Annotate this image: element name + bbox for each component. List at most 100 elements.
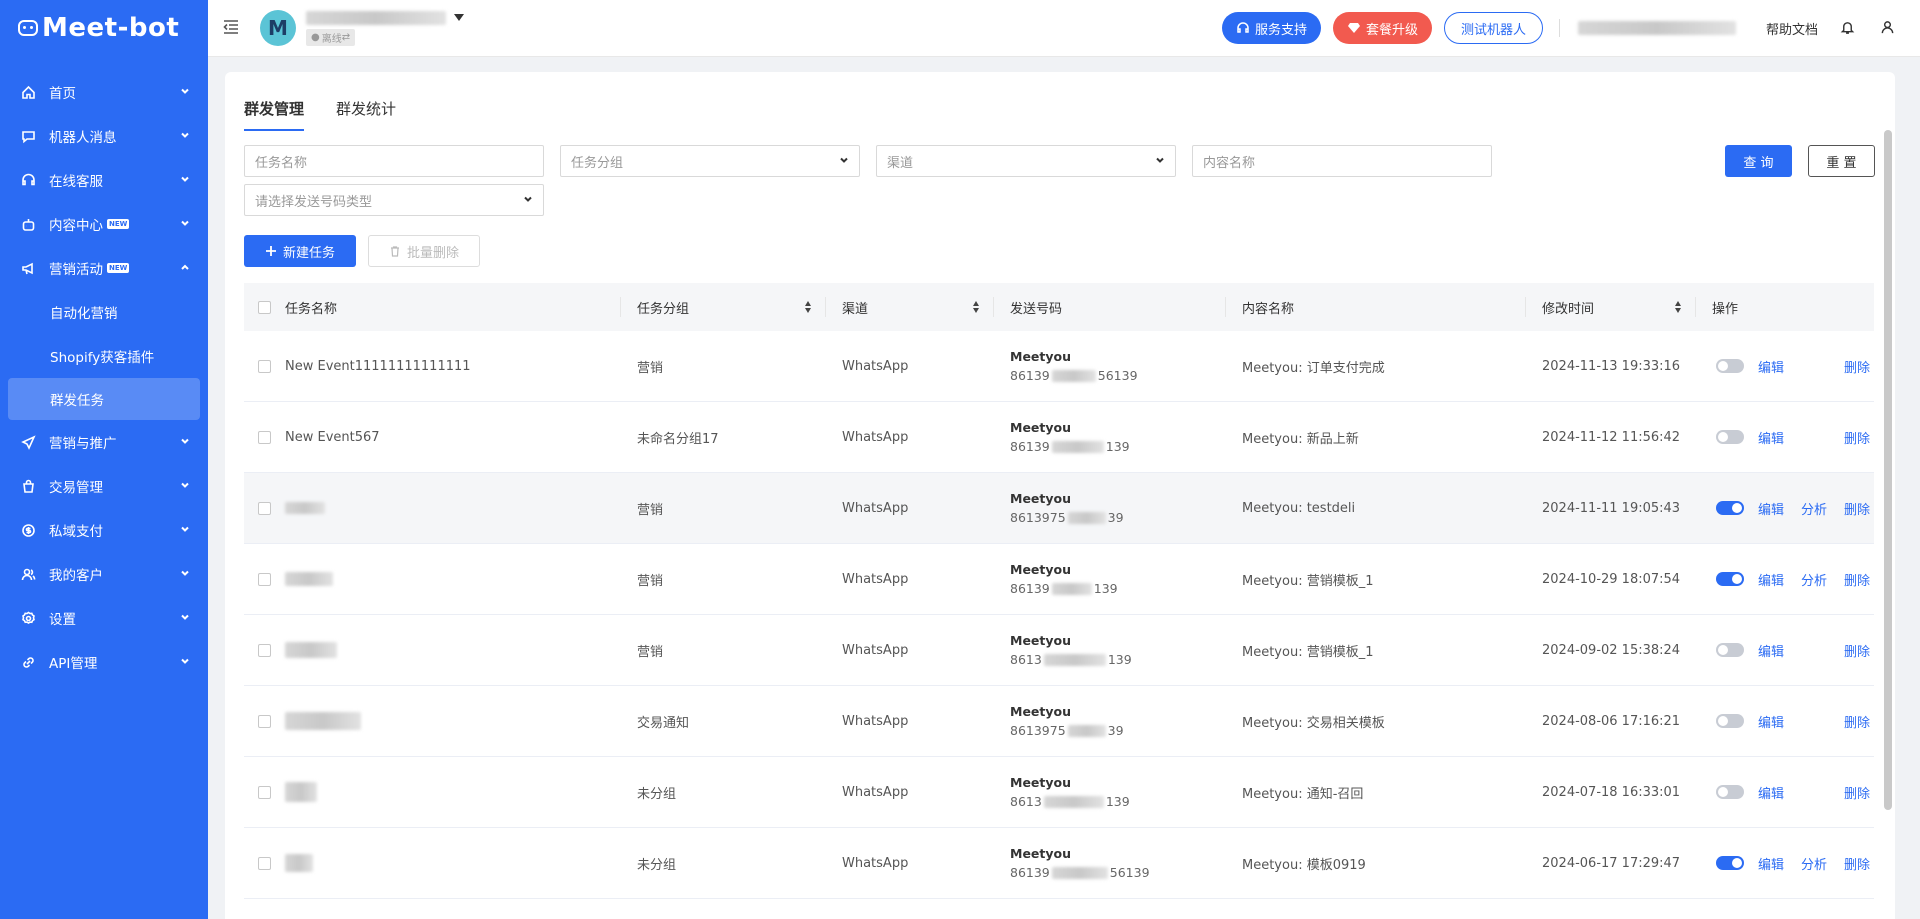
channel-select[interactable]: 渠道 xyxy=(876,145,1176,177)
row-checkbox[interactable] xyxy=(258,430,271,444)
table-row: 未分组 WhatsApp Meetyou 8613 139 Meetyou: 通知-召回 2… xyxy=(244,757,1874,828)
edit-link[interactable]: 编辑 xyxy=(1758,854,1801,873)
row-checkbox[interactable] xyxy=(258,643,271,657)
sort-icon[interactable] xyxy=(1675,301,1681,313)
delete-link[interactable]: 删除 xyxy=(1844,499,1870,518)
avatar[interactable]: M xyxy=(260,10,296,46)
analyze-link[interactable]: 分析 xyxy=(1801,854,1827,873)
users-icon xyxy=(20,566,36,582)
sender-number-suffix: 139 xyxy=(1105,439,1130,454)
sidebar-subitem-0[interactable]: 自动化营销 xyxy=(0,290,208,334)
column-sender-number: 发送号码 xyxy=(1010,301,1063,317)
collapse-menu-icon[interactable] xyxy=(222,18,242,38)
sender-number-redacted xyxy=(1051,440,1104,453)
enable-toggle[interactable] xyxy=(1716,643,1744,657)
sidebar-subitem-1[interactable]: Shopify获客插件 xyxy=(0,334,208,378)
sort-icon[interactable] xyxy=(805,301,811,313)
edit-link[interactable]: 编辑 xyxy=(1758,783,1801,802)
row-checkbox[interactable] xyxy=(258,572,271,586)
sidebar-item-9[interactable]: 设置 xyxy=(0,596,208,640)
account-name-redacted xyxy=(306,10,446,25)
query-button[interactable]: 查 询 xyxy=(1725,145,1792,177)
edit-link[interactable]: 编辑 xyxy=(1758,641,1801,660)
analyze-slot: 分析 xyxy=(1801,570,1844,589)
sidebar-subitem-2[interactable]: 群发任务 xyxy=(8,378,200,420)
delete-link[interactable]: 删除 xyxy=(1844,712,1870,731)
content-name-placeholder: 内容名称 xyxy=(1203,155,1256,171)
trash-icon xyxy=(390,246,399,257)
help-docs-link[interactable]: 帮助文档 xyxy=(1766,19,1818,38)
sender-number-redacted xyxy=(1067,511,1106,524)
analyze-link[interactable]: 分析 xyxy=(1801,499,1827,518)
row-checkbox[interactable] xyxy=(258,501,271,515)
table-row: 未分组 WhatsApp Meetyou 86139 56139 Meetyou: 模板0… xyxy=(244,828,1874,899)
account-switcher[interactable]: ● 离线 ⇄ xyxy=(306,10,464,46)
sender-number-suffix: 139 xyxy=(1105,794,1130,809)
row-checkbox[interactable] xyxy=(258,856,271,870)
sender-number: 8613975 39 xyxy=(1010,723,1124,738)
row-checkbox[interactable] xyxy=(258,785,271,799)
table-row: 营销 WhatsApp Meetyou 8613 139 Meetyou: 营销模板_1 2… xyxy=(244,615,1874,686)
tabs: 群发管理 群发统计 xyxy=(244,98,428,131)
enable-toggle[interactable] xyxy=(1716,501,1744,515)
table-body: New Event11111111111111 营销 WhatsApp Meetyou… xyxy=(244,331,1874,899)
sidebar-item-3[interactable]: 内容中心 NEW xyxy=(0,202,208,246)
enable-toggle[interactable] xyxy=(1716,430,1744,444)
caret-down-icon[interactable] xyxy=(454,14,464,21)
tab-mass-send-stats[interactable]: 群发统计 xyxy=(336,98,396,131)
new-task-button[interactable]: 新建任务 xyxy=(244,235,356,267)
delete-link[interactable]: 删除 xyxy=(1844,854,1870,873)
bag-icon xyxy=(20,478,36,494)
test-bot-button[interactable]: 测试机器人 xyxy=(1443,12,1543,44)
page-scrollbar[interactable] xyxy=(1884,130,1892,810)
sidebar-item-1[interactable]: 机器人消息 xyxy=(0,114,208,158)
sidebar-item-2[interactable]: 在线客服 xyxy=(0,158,208,202)
modified-time: 2024-10-29 18:07:54 xyxy=(1542,571,1681,587)
enable-toggle[interactable] xyxy=(1716,572,1744,586)
enable-toggle[interactable] xyxy=(1716,856,1744,870)
row-checkbox[interactable] xyxy=(258,359,271,373)
edit-link[interactable]: 编辑 xyxy=(1758,712,1801,731)
dollar-icon xyxy=(20,522,36,538)
content-name: Meetyou: 模板0919 xyxy=(1242,857,1366,873)
delete-link[interactable]: 删除 xyxy=(1844,641,1870,660)
sidebar-item-0[interactable]: 首页 xyxy=(0,70,208,114)
tab-mass-send-management[interactable]: 群发管理 xyxy=(244,98,305,131)
enable-toggle[interactable] xyxy=(1716,359,1744,373)
edit-link[interactable]: 编辑 xyxy=(1758,357,1801,376)
delete-link[interactable]: 删除 xyxy=(1844,428,1870,447)
sidebar-item-4[interactable]: 营销活动 NEW xyxy=(0,246,208,290)
sort-icon[interactable] xyxy=(973,301,979,313)
edit-link[interactable]: 编辑 xyxy=(1758,499,1801,518)
top-header: M ● 离线 ⇄ 服务支持 套餐升级 测试机器人 帮助文档 xyxy=(208,0,1920,57)
sidebar-item-6[interactable]: 交易管理 xyxy=(0,464,208,508)
delete-link[interactable]: 删除 xyxy=(1844,570,1870,589)
delete-link[interactable]: 删除 xyxy=(1844,783,1870,802)
enable-toggle[interactable] xyxy=(1716,714,1744,728)
edit-link[interactable]: 编辑 xyxy=(1758,570,1801,589)
upgrade-button[interactable]: 套餐升级 xyxy=(1332,12,1432,44)
content-name: Meetyou: 新品上新 xyxy=(1242,431,1359,447)
batch-delete-label: 批量删除 xyxy=(406,245,459,261)
sidebar-item-10[interactable]: API管理 xyxy=(0,640,208,684)
send-number-type-select[interactable]: 请选择发送号码类型 xyxy=(244,184,544,216)
content-name: Meetyou: 营销模板_1 xyxy=(1242,644,1374,660)
bell-icon[interactable] xyxy=(1840,20,1856,36)
brand-logo[interactable]: Meet-bot xyxy=(0,0,208,56)
sidebar-item-8[interactable]: 我的客户 xyxy=(0,552,208,596)
user-icon[interactable] xyxy=(1880,20,1896,36)
analyze-link[interactable]: 分析 xyxy=(1801,570,1827,589)
sidebar-item-5[interactable]: 营销与推广 xyxy=(0,420,208,464)
service-support-button[interactable]: 服务支持 xyxy=(1221,12,1321,44)
enable-toggle[interactable] xyxy=(1716,785,1744,799)
task-group-select[interactable]: 任务分组 xyxy=(560,145,860,177)
sidebar-item-7[interactable]: 私域支付 xyxy=(0,508,208,552)
edit-link[interactable]: 编辑 xyxy=(1758,428,1801,447)
select-all-checkbox[interactable] xyxy=(258,300,271,314)
delete-link[interactable]: 删除 xyxy=(1844,357,1870,376)
reset-button[interactable]: 重 置 xyxy=(1808,145,1875,177)
status-badge: ● 离线 ⇄ xyxy=(306,28,356,46)
row-checkbox[interactable] xyxy=(258,714,271,728)
task-name-input[interactable]: 任务名称 xyxy=(244,145,544,177)
content-name-input[interactable]: 内容名称 xyxy=(1192,145,1492,177)
